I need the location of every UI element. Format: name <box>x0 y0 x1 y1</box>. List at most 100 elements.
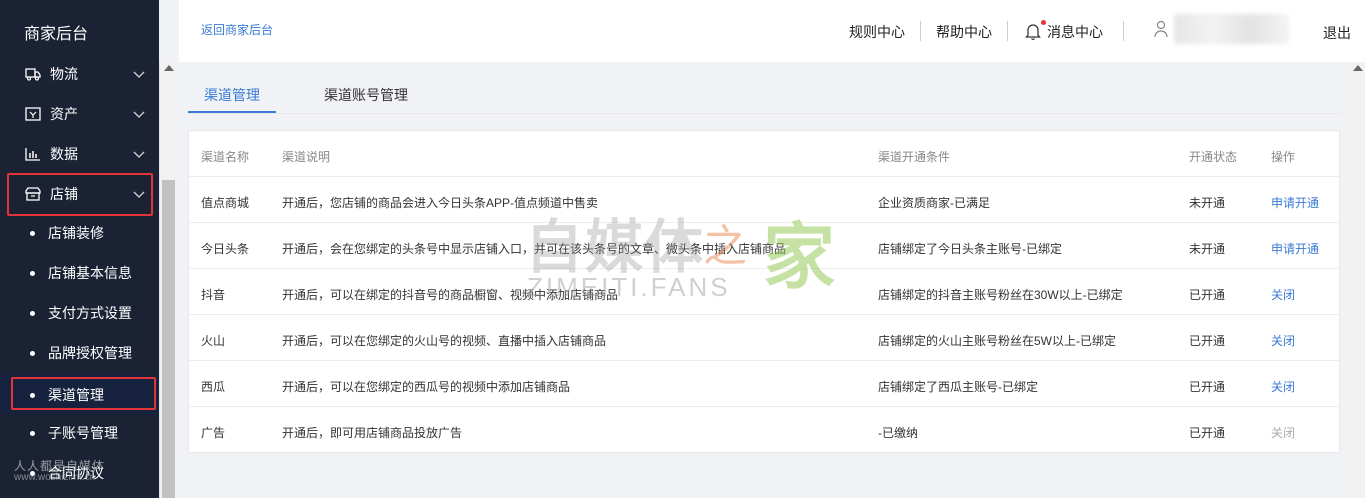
column-header: 渠道说明 <box>282 150 331 164</box>
sidebar-item-store-info[interactable]: 店铺基本信息 <box>0 253 159 293</box>
sidebar-item-store[interactable]: 店铺 <box>0 174 159 214</box>
wallet-icon <box>24 105 42 123</box>
channel-name: 抖音 <box>201 288 226 302</box>
channel-desc: 开通后，即可用店铺商品投放广告 <box>282 426 463 440</box>
user-icon[interactable] <box>1154 20 1168 43</box>
close-button[interactable]: 关闭 <box>1271 378 1295 395</box>
sidebar-scrollbar[interactable] <box>159 62 177 498</box>
sidebar-item-label: 店铺基本信息 <box>48 265 132 281</box>
table-row: 值点商城 开通后，您店铺的商品会进入今日头条APP-值点频道中售卖 企业资质商家… <box>189 177 1339 223</box>
channel-condition: 店铺绑定了西瓜主账号-已绑定 <box>878 380 1038 394</box>
sidebar-item-channel-management[interactable]: 渠道管理 <box>0 375 159 415</box>
channel-name: 值点商城 <box>201 196 250 210</box>
table-row: 抖音 开通后，可以在绑定的抖音号的商品橱窗、视频中添加店铺商品 店铺绑定的抖音主… <box>189 269 1339 315</box>
tab-bar: 渠道管理 渠道账号管理 <box>188 73 1340 114</box>
sidebar-item-assets[interactable]: 资产 <box>0 94 159 134</box>
tab-channel-management[interactable]: 渠道管理 <box>204 85 260 105</box>
table-row: 火山 开通后，可以在您绑定的火山号的视频、直播中插入店铺商品 店铺绑定的火山主账… <box>189 315 1339 361</box>
column-header: 渠道名称 <box>201 150 250 164</box>
sidebar-item-data[interactable]: 数据 <box>0 134 159 174</box>
close-button[interactable]: 关闭 <box>1271 332 1295 349</box>
bullet-icon <box>30 430 35 436</box>
channel-name: 广告 <box>201 426 226 440</box>
close-button[interactable]: 关闭 <box>1271 286 1295 303</box>
logout-button[interactable]: 退出 <box>1323 23 1351 43</box>
bullet-icon <box>30 310 35 316</box>
sidebar-item-store-decoration[interactable]: 店铺装修 <box>0 213 159 253</box>
column-header: 操作 <box>1271 150 1296 164</box>
back-to-merchant-link[interactable]: 返回商家后台 <box>201 21 273 38</box>
corner-watermark: 人人都是自媒体 www.woshizimt.cn <box>14 459 106 483</box>
channel-name: 今日头条 <box>201 242 250 256</box>
store-icon <box>24 185 42 203</box>
sidebar-item-label: 物流 <box>50 66 78 82</box>
channel-desc: 开通后，会在您绑定的头条号中显示店铺入口，并可在该头条号的文章、微头条中插入店铺… <box>282 242 787 256</box>
column-header: 渠道开通条件 <box>878 150 951 164</box>
bullet-icon <box>30 350 35 356</box>
sidebar: 商家后台 物流 资产 数据 店铺 店铺装修 店铺基本信息 支付方式设置 品牌授权… <box>0 0 159 498</box>
bell-icon[interactable] <box>1025 22 1041 45</box>
channel-table: 渠道名称 渠道说明 渠道开通条件 开通状态 操作 值点商城 开通后，您店铺的商品… <box>188 130 1340 453</box>
scroll-up-arrow-icon[interactable] <box>164 65 174 71</box>
chevron-down-icon <box>133 186 145 202</box>
sidebar-item-label: 店铺 <box>50 186 78 202</box>
divider <box>1123 21 1124 41</box>
bullet-icon <box>30 230 35 236</box>
sidebar-item-label: 店铺装修 <box>48 225 104 241</box>
sidebar-item-label: 支付方式设置 <box>48 305 132 321</box>
sidebar-item-label: 品牌授权管理 <box>48 345 132 361</box>
corner-watermark-cn: 人人都是自媒体 <box>14 459 106 473</box>
channel-status: 已开通 <box>1189 288 1226 302</box>
close-button-disabled: 关闭 <box>1271 426 1296 440</box>
column-header: 开通状态 <box>1189 150 1238 164</box>
channel-status: 未开通 <box>1189 196 1226 210</box>
channel-desc: 开通后，可以在您绑定的火山号的视频、直播中插入店铺商品 <box>282 334 607 348</box>
divider <box>920 21 921 41</box>
divider <box>1007 21 1008 41</box>
sidebar-item-label: 资产 <box>50 106 78 122</box>
scroll-up-arrow-icon[interactable] <box>1353 65 1363 71</box>
notification-dot <box>1041 20 1046 25</box>
channel-status: 已开通 <box>1189 334 1226 348</box>
chevron-down-icon <box>133 146 145 162</box>
truck-icon <box>24 65 42 83</box>
channel-desc: 开通后，可以在绑定的抖音号的商品橱窗、视频中添加店铺商品 <box>282 288 619 302</box>
table-header: 渠道名称 渠道说明 渠道开通条件 开通状态 操作 <box>189 131 1339 177</box>
channel-name: 火山 <box>201 334 226 348</box>
table-row: 广告 开通后，即可用店铺商品投放广告 -已缴纳 已开通 关闭 <box>189 407 1339 453</box>
help-center-link[interactable]: 帮助中心 <box>936 22 992 42</box>
channel-condition: 店铺绑定了今日头条主账号-已绑定 <box>878 242 1062 256</box>
apply-button[interactable]: 申请开通 <box>1271 194 1319 211</box>
sidebar-item-brand-auth[interactable]: 品牌授权管理 <box>0 333 159 373</box>
sidebar-item-label: 渠道管理 <box>48 387 104 403</box>
sidebar-item-label: 子账号管理 <box>48 425 118 441</box>
table-row: 今日头条 开通后，会在您绑定的头条号中显示店铺入口，并可在该头条号的文章、微头条… <box>189 223 1339 269</box>
sidebar-item-label: 数据 <box>50 146 78 162</box>
scroll-thumb[interactable] <box>162 180 175 498</box>
username-blurred <box>1174 14 1289 44</box>
page-scrollbar[interactable] <box>1351 62 1365 498</box>
bar-chart-icon <box>24 145 42 163</box>
channel-status: 已开通 <box>1189 380 1226 394</box>
sidebar-item-logistics[interactable]: 物流 <box>0 54 159 94</box>
message-center-link[interactable]: 消息中心 <box>1047 22 1103 42</box>
channel-condition: -已缴纳 <box>878 426 918 440</box>
apply-button[interactable]: 申请开通 <box>1271 240 1319 257</box>
sidebar-item-sub-accounts[interactable]: 子账号管理 <box>0 413 159 453</box>
channel-name: 西瓜 <box>201 380 226 394</box>
corner-watermark-url: www.woshizimt.cn <box>14 472 96 483</box>
chevron-down-icon <box>133 66 145 82</box>
sidebar-item-payment[interactable]: 支付方式设置 <box>0 293 159 333</box>
bullet-icon <box>30 392 35 398</box>
channel-desc: 开通后，可以在您绑定的西瓜号的视频中添加店铺商品 <box>282 380 571 394</box>
top-header: 返回商家后台 规则中心 帮助中心 消息中心 退出 <box>179 0 1365 62</box>
channel-status: 已开通 <box>1189 426 1226 440</box>
tab-channel-account-management[interactable]: 渠道账号管理 <box>324 85 408 105</box>
chevron-down-icon <box>133 106 145 122</box>
rules-center-link[interactable]: 规则中心 <box>849 22 905 42</box>
channel-desc: 开通后，您店铺的商品会进入今日头条APP-值点频道中售卖 <box>282 196 599 210</box>
bullet-icon <box>30 270 35 276</box>
channel-condition: 店铺绑定的抖音主账号粉丝在30W以上-已绑定 <box>878 288 1123 302</box>
channel-condition: 店铺绑定的火山主账号粉丝在5W以上-已绑定 <box>878 334 1116 348</box>
table-row: 西瓜 开通后，可以在您绑定的西瓜号的视频中添加店铺商品 店铺绑定了西瓜主账号-已… <box>189 361 1339 407</box>
